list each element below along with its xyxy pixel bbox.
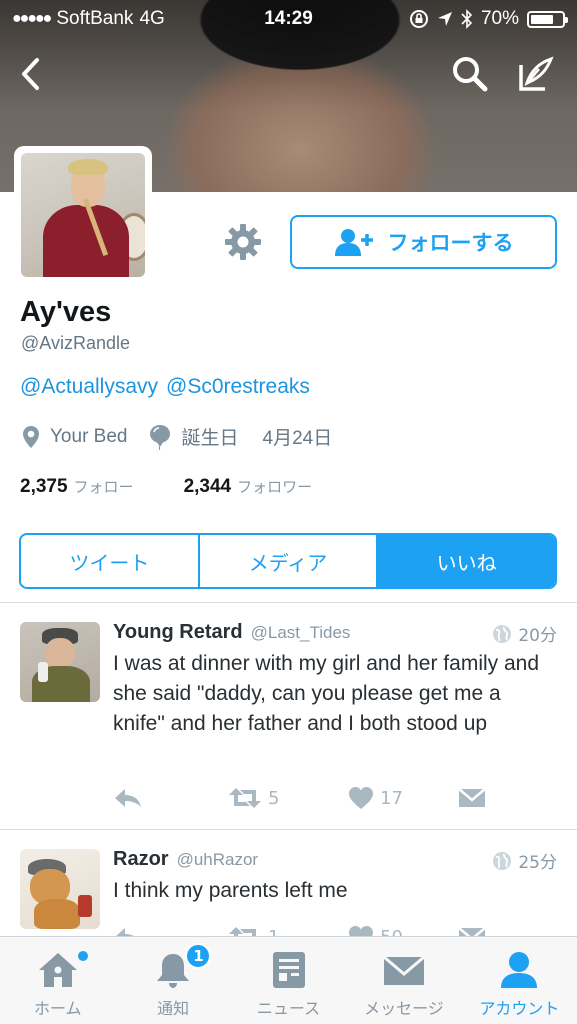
add-user-icon [334,229,373,256]
tab-notifications-label: 通知 [157,999,190,1018]
tweet-author-handle: @uhRazor [176,850,259,869]
tweet-text: I was at dinner with my girl and her fam… [113,652,540,735]
birthday-label: 誕生日 [181,428,239,449]
globe-icon [493,624,512,643]
follow-counts: 2,375 フォロー 2,344 フォロワー [20,476,362,498]
followers-label: フォロワー [237,479,313,496]
retweet-button[interactable]: 5 [228,786,348,810]
battery-icon [527,10,568,28]
tab-messages[interactable]: メッセージ [346,937,461,1024]
balloon-icon [150,424,171,450]
tab-media[interactable]: メディア [197,535,377,587]
tab-account[interactable]: アカウント [462,937,577,1024]
tweet-author-handle: @Last_Tides [250,623,351,642]
avatar-hair-detail [68,159,108,175]
bottom-tab-bar: ホーム 1 通知 ニュース メッセージ アカウント [0,936,577,1024]
tab-home-label: ホーム [33,999,82,1018]
tweet-timestamp: 20分 [492,621,557,646]
followers-number: 2,344 [183,476,232,497]
following-number: 2,375 [20,476,68,497]
retweet-icon [229,788,261,808]
tweet-text: I think my parents left me [113,879,348,902]
battery-percent: 70% [480,8,519,29]
tab-home[interactable]: ホーム [0,937,115,1024]
tweet-header: Young Retard @Last_Tides [113,621,350,644]
like-button[interactable]: 17 [348,786,458,810]
reply-icon [115,789,141,807]
profile-handle: @AvizRandle [21,333,130,353]
tab-account-label: アカウント [479,999,560,1018]
retweet-count: 5 [268,787,280,809]
tweet-author-name[interactable]: Young Retard [113,621,243,644]
tweet-time: 25分 [518,853,557,873]
avatar-image [21,153,145,277]
back-button[interactable] [8,52,52,96]
notification-badge: 1 [185,943,212,969]
tweet-avatar-detail [78,895,92,917]
envelope-icon [458,788,486,807]
like-count: 17 [380,787,403,809]
tweet-item[interactable]: Young Retard @Last_Tides 20分 I was at di… [0,603,577,829]
status-right: 70% [409,8,568,30]
news-icon [272,952,305,988]
heart-icon [349,787,373,809]
tweet-avatar[interactable] [20,622,100,702]
location-arrow-icon [437,12,452,26]
tab-messages-label: メッセージ [364,999,444,1018]
status-bar: ●●●●● SoftBank 4G 14:29 70% [0,0,577,38]
tweet-avatar[interactable] [20,849,100,929]
profile-location: Your Bed [22,425,127,449]
profile-avatar[interactable] [14,146,152,284]
globe-icon [493,851,512,870]
followers-count[interactable]: 2,344 フォロワー [184,476,313,498]
bluetooth-icon [461,9,473,29]
envelope-icon [382,955,425,985]
tweet-avatar-detail [34,899,80,929]
chevron-left-icon [22,58,39,90]
birthday-value: 4月24日 [262,428,333,449]
tweet-author-name[interactable]: Razor [113,848,169,871]
bio-mention-link[interactable]: @Actuallysavy [20,375,158,398]
tab-tweets[interactable]: ツイート [21,535,198,587]
bio-mention-link[interactable]: @Sc0restreaks [166,375,310,398]
tweet-time: 20分 [518,626,557,646]
following-count[interactable]: 2,375 フォロー [20,476,134,498]
reply-button[interactable] [113,787,228,809]
display-name: Ay'ves [20,296,112,328]
tab-notifications[interactable]: 1 通知 [115,937,230,1024]
avatar-body-detail [43,205,129,277]
profile-bio: @Actuallysavy @Sc0restreaks [20,375,318,399]
rotation-lock-icon [409,10,428,28]
tweet-header: Razor @uhRazor [113,848,258,871]
profile-tabs: ツイート メディア いいね [19,533,557,589]
new-content-indicator [78,951,88,961]
compose-icon [519,56,554,91]
gear-icon [225,224,261,260]
profile-birthday: 誕生日 4月24日 [149,423,332,450]
follow-button[interactable]: フォローする [290,215,557,269]
profile-meta: Your Bed 誕生日 4月24日 [22,423,354,450]
search-icon [453,57,488,92]
tweet-avatar-detail [38,662,48,682]
tweet-item[interactable]: Razor @uhRazor 25分 I think my parents le… [0,830,577,948]
tweet-avatar-detail [45,638,75,668]
search-button[interactable] [448,52,492,96]
location-text: Your Bed [50,425,128,447]
tweet-actions: 5 17 [113,783,493,813]
dm-button[interactable] [458,787,486,809]
tab-news-label: ニュース [256,999,321,1018]
tweet-timestamp: 25分 [492,848,557,873]
settings-button[interactable] [222,221,264,263]
follow-button-label: フォローする [387,231,514,255]
home-icon [38,953,77,987]
tab-news[interactable]: ニュース [231,937,346,1024]
following-label: フォロー [73,479,134,496]
compose-button[interactable] [514,52,558,96]
account-icon [501,952,538,988]
tab-likes[interactable]: いいね [376,535,555,587]
location-pin-icon [23,425,39,448]
